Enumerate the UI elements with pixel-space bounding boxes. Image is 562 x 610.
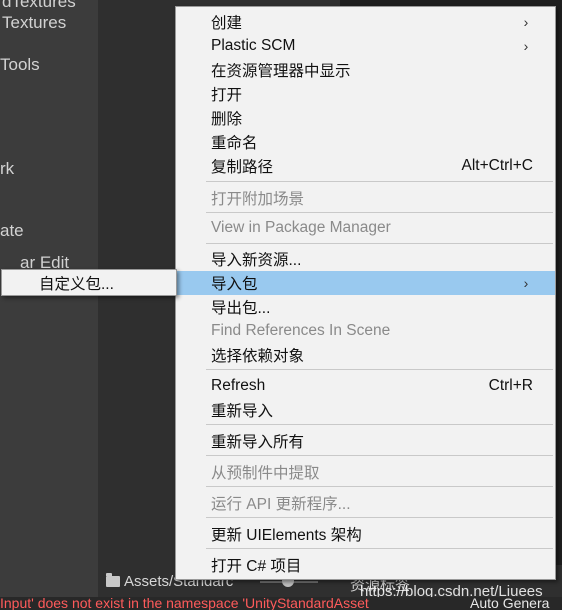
menu-item-label: 导出包... — [211, 300, 271, 317]
menu-separator — [206, 369, 553, 370]
menu-item-copy-path[interactable]: 复制路径 Alt+Ctrl+C — [176, 154, 555, 178]
menu-item-open-csharp-project[interactable]: 打开 C# 项目 — [176, 553, 555, 577]
menu-item-label: 创建 — [211, 15, 243, 32]
menu-item-reimport-all[interactable]: 重新导入所有 — [176, 429, 555, 453]
menu-separator — [206, 455, 553, 456]
menu-item-update-uielements-schema[interactable]: 更新 UIElements 架构 — [176, 522, 555, 546]
menu-item-label: Find References In Scene — [211, 322, 391, 339]
context-menu: 创建 › Plastic SCM › 在资源管理器中显示 打开 删除 重命名 复… — [175, 6, 556, 580]
menu-item-label: 从预制件中提取 — [211, 465, 320, 482]
menu-item-show-in-explorer[interactable]: 在资源管理器中显示 — [176, 58, 555, 82]
menu-item-label: 选择依赖对象 — [211, 348, 305, 365]
menu-item-import-package[interactable]: 导入包 › — [176, 271, 555, 295]
menu-separator — [206, 243, 553, 244]
project-folder-tree: dTextures Textures Tools rk ate ar Edit — [0, 0, 98, 610]
menu-item-label: View in Package Manager — [211, 219, 391, 236]
menu-item-label: 在资源管理器中显示 — [211, 63, 351, 80]
menu-item-select-dependencies[interactable]: 选择依赖对象 — [176, 343, 555, 367]
menu-item-label: 重新导入 — [211, 403, 274, 420]
menu-item-import-new-asset[interactable]: 导入新资源... — [176, 247, 555, 271]
menu-item-label: Plastic SCM — [211, 37, 296, 54]
menu-item-reimport[interactable]: 重新导入 — [176, 398, 555, 422]
menu-separator — [206, 548, 553, 549]
tree-item[interactable]: Textures — [2, 13, 66, 33]
tree-item[interactable]: dTextures — [2, 0, 76, 12]
tree-item[interactable]: rk — [0, 159, 14, 179]
menu-item-shortcut: Alt+Ctrl+C — [461, 157, 534, 174]
menu-item-custom-package[interactable]: 自定义包... — [2, 270, 176, 295]
tree-item[interactable]: ate — [0, 221, 24, 241]
menu-item-open-additive-scene: 打开附加场景 — [176, 186, 555, 210]
menu-item-label: 重新导入所有 — [211, 434, 305, 451]
menu-item-export-package[interactable]: 导出包... — [176, 295, 555, 319]
menu-item-shortcut: Ctrl+R — [488, 377, 533, 394]
menu-item-rename[interactable]: 重命名 — [176, 130, 555, 154]
menu-item-label: Refresh — [211, 377, 266, 394]
folder-icon — [106, 573, 120, 587]
menu-item-label: 更新 UIElements 架构 — [211, 527, 362, 544]
menu-item-label: 重命名 — [211, 135, 258, 152]
status-right-text: Auto Genera — [470, 597, 550, 610]
menu-separator — [206, 486, 553, 487]
menu-item-label: 打开 C# 项目 — [211, 558, 302, 575]
chevron-right-icon: › — [523, 275, 529, 291]
menu-item-label: 删除 — [211, 111, 243, 128]
menu-item-label: 自定义包... — [39, 275, 114, 293]
chevron-right-icon: › — [523, 38, 529, 54]
menu-item-label: 复制路径 — [211, 159, 274, 176]
menu-item-view-in-package-manager: View in Package Manager — [176, 216, 555, 240]
menu-separator — [206, 517, 553, 518]
menu-item-extract-from-prefab: 从预制件中提取 — [176, 460, 555, 484]
menu-item-delete[interactable]: 删除 — [176, 106, 555, 130]
menu-item-run-api-updater: 运行 API 更新程序... — [176, 491, 555, 515]
tree-item[interactable]: Tools — [0, 55, 40, 75]
menu-item-label: 导入包 — [211, 276, 258, 293]
menu-item-find-references: Find References In Scene — [176, 319, 555, 343]
menu-separator — [206, 424, 553, 425]
chevron-right-icon: › — [523, 14, 529, 30]
menu-separator — [206, 212, 553, 213]
menu-item-plastic-scm[interactable]: Plastic SCM › — [176, 34, 555, 58]
menu-item-create[interactable]: 创建 › — [176, 10, 555, 34]
menu-item-label: 导入新资源... — [211, 252, 302, 269]
status-bar: Input' does not exist in the namespace '… — [0, 597, 562, 610]
menu-item-label: 打开附加场景 — [211, 191, 305, 208]
menu-item-label: 打开 — [211, 87, 243, 104]
console-error-message[interactable]: Input' does not exist in the namespace '… — [0, 597, 369, 610]
menu-item-refresh[interactable]: Refresh Ctrl+R — [176, 374, 555, 398]
import-package-submenu: 自定义包... — [1, 269, 177, 296]
menu-item-label: 运行 API 更新程序... — [211, 496, 351, 513]
menu-separator — [206, 181, 553, 182]
menu-item-open[interactable]: 打开 — [176, 82, 555, 106]
